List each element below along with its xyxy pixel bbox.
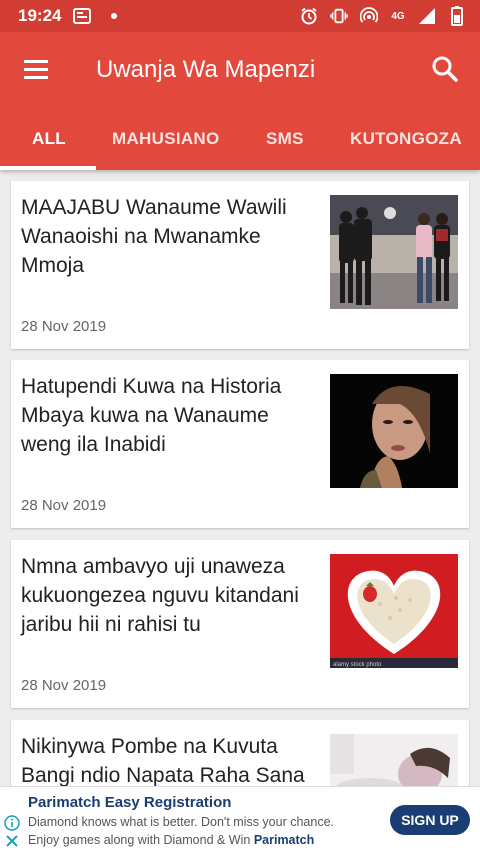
tab-mahusiano[interactable]: MAHUSIANO	[112, 108, 220, 170]
ad-description-2: Enjoy games along with Diamond & Win Par…	[28, 833, 314, 847]
thumbnail-caption: alamy stock photo	[333, 662, 382, 668]
ad-title: Parimatch Easy Registration	[28, 794, 232, 811]
ad-line2-text: Enjoy games along with Diamond & Win	[28, 833, 254, 847]
app-toolbar: Uwanja Wa Mapenzi	[0, 32, 480, 108]
app-title: Uwanja Wa Mapenzi	[96, 56, 316, 83]
article-date: 28 Nov 2019	[21, 318, 107, 335]
tab-all[interactable]: ALL	[32, 108, 66, 170]
ad-brand: Parimatch	[253, 833, 315, 847]
signal-icon	[418, 7, 436, 25]
search-icon[interactable]	[430, 54, 460, 84]
network-type: 4G	[391, 10, 405, 22]
ad-description: Diamond knows what is better. Don't miss…	[28, 815, 334, 829]
article-title: Hatupendi Kuwa na Historia Mbaya kuwa na…	[21, 375, 282, 456]
signup-button[interactable]: SIGN UP	[390, 805, 470, 835]
vibrate-icon	[330, 7, 348, 25]
category-tabs: ALL MAHUSIANO SMS KUTONGOZA	[0, 108, 480, 170]
active-tab-indicator	[0, 166, 96, 170]
article-card[interactable]: Nmna ambavyo uji unaweza kukuongezea ngu…	[11, 540, 469, 708]
battery-icon	[448, 6, 466, 26]
article-thumbnail	[330, 195, 458, 309]
article-thumbnail	[330, 374, 458, 488]
article-title: Nikinywa Pombe na Kuvuta Bangi ndio Napa…	[21, 735, 305, 787]
dot-icon	[105, 7, 123, 25]
article-thumbnail: alamy stock photo	[330, 554, 458, 668]
hotspot-icon	[360, 7, 378, 25]
hamburger-icon[interactable]	[22, 56, 52, 84]
tab-kutongoza[interactable]: KUTONGOZA	[350, 108, 462, 170]
notification-icon	[73, 7, 92, 25]
alarm-icon	[300, 7, 318, 25]
ad-close-icon[interactable]	[5, 834, 19, 848]
article-card[interactable]: Hatupendi Kuwa na Historia Mbaya kuwa na…	[11, 360, 469, 528]
status-bar: 19:24 4G	[0, 0, 480, 32]
ad-banner[interactable]: Parimatch Easy Registration Diamond know…	[0, 786, 480, 854]
article-title: Nmna ambavyo uji unaweza kukuongezea ngu…	[21, 555, 299, 636]
article-date: 28 Nov 2019	[21, 497, 107, 514]
status-time: 19:24	[18, 6, 62, 25]
ad-info-icon[interactable]	[4, 815, 20, 831]
tab-sms[interactable]: SMS	[266, 108, 304, 170]
article-date: 28 Nov 2019	[21, 677, 107, 694]
article-card[interactable]: MAAJABU Wanaume Wawili Wanaoishi na Mwan…	[11, 181, 469, 349]
article-title: MAAJABU Wanaume Wawili Wanaoishi na Mwan…	[21, 196, 287, 277]
